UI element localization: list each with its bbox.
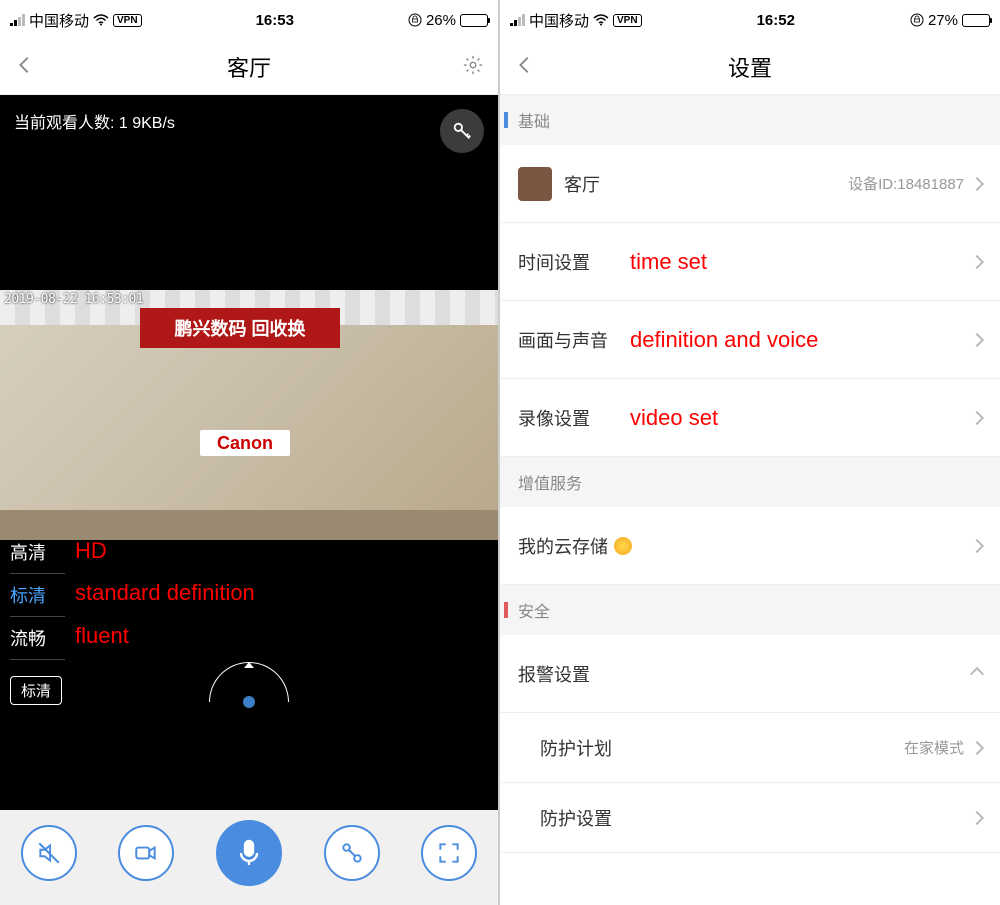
chevron-right-icon — [970, 538, 984, 552]
status-bar: 中国移动 VPN 16:53 26% — [0, 0, 498, 40]
canon-logo: Canon — [200, 430, 290, 456]
video-timestamp: 2019-08-22 16:53:01 — [4, 292, 143, 307]
row-cloud[interactable]: 我的云存储 — [500, 507, 1000, 585]
chevron-right-icon — [970, 740, 984, 754]
quality-menu: 高清 标清 流畅 — [10, 531, 65, 660]
viewers-label: 当前观看人数: 1 9KB/s — [14, 109, 175, 133]
back-button[interactable] — [514, 54, 536, 81]
settings-screen: 中国移动 VPN 16:52 27% 设置 基础 客厅 设备ID:1848188… — [500, 0, 1000, 905]
row-time-set[interactable]: 时间设置 time set — [500, 223, 1000, 301]
signal-icon — [510, 14, 525, 26]
battery-icon — [962, 14, 990, 27]
status-bar: 中国移动 VPN 16:52 27% — [500, 0, 1000, 40]
annotation-time: time set — [630, 249, 707, 275]
row-av[interactable]: 画面与声音 definition and voice — [500, 301, 1000, 379]
lock-rotation-icon — [910, 13, 924, 27]
chevron-right-icon — [970, 332, 984, 346]
chevron-right-icon — [970, 254, 984, 268]
clock: 16:53 — [142, 12, 408, 29]
plan-value: 在家模式 — [904, 737, 964, 758]
vpn-badge: VPN — [613, 14, 642, 27]
device-thumb — [518, 167, 552, 201]
camera-live-screen: 中国移动 VPN 16:53 26% 客厅 当前观看人数: 1 9KB/s 鹏兴… — [0, 0, 500, 905]
clock: 16:52 — [642, 12, 910, 29]
section-basic: 基础 — [500, 95, 1000, 145]
annotation-hd: HD — [75, 538, 107, 564]
quality-current-badge[interactable]: 标清 — [10, 676, 62, 705]
row-protect[interactable]: 防护设置 — [500, 783, 1000, 853]
annotation-sd: standard definition — [75, 580, 255, 606]
video-frame: 鹏兴数码 回收换 Canon 2019-08-22 16:53:01 — [0, 290, 498, 540]
coin-icon — [614, 537, 632, 555]
snapshot-button[interactable] — [324, 825, 380, 881]
chevron-right-icon — [970, 176, 984, 190]
lock-rotation-icon — [408, 13, 422, 27]
fullscreen-button[interactable] — [421, 825, 477, 881]
carrier-label: 中国移动 — [29, 10, 89, 31]
chevron-up-icon — [970, 666, 984, 680]
carrier-label: 中国移动 — [529, 10, 589, 31]
row-device[interactable]: 客厅 设备ID:18481887 — [500, 145, 1000, 223]
chevron-right-icon — [970, 410, 984, 424]
row-plan[interactable]: 防护计划 在家模式 — [500, 713, 1000, 783]
battery-icon — [460, 14, 488, 27]
signal-icon — [10, 14, 25, 26]
page-title: 客厅 — [36, 51, 462, 83]
section-security: 安全 — [500, 585, 1000, 635]
battery-pct: 26% — [426, 12, 456, 29]
shop-sign: 鹏兴数码 回收换 — [140, 308, 340, 348]
battery-pct: 27% — [928, 12, 958, 29]
device-name: 客厅 — [564, 171, 600, 197]
toolbar — [0, 810, 498, 905]
video-area[interactable]: 当前观看人数: 1 9KB/s 鹏兴数码 回收换 Canon 2019-08-2… — [0, 95, 498, 810]
row-alarm[interactable]: 报警设置 — [500, 635, 1000, 713]
annotation-av: definition and voice — [630, 327, 818, 353]
quality-hd[interactable]: 高清 — [10, 531, 65, 574]
quality-fluent[interactable]: 流畅 — [10, 617, 65, 660]
mic-button[interactable] — [216, 820, 282, 886]
wifi-icon — [593, 14, 609, 26]
settings-button[interactable] — [462, 54, 484, 81]
key-button[interactable] — [440, 109, 484, 153]
nav-bar: 设置 — [500, 40, 1000, 95]
settings-list: 基础 客厅 设备ID:18481887 时间设置 time set 画面与声音 … — [500, 95, 1000, 905]
chevron-right-icon — [970, 810, 984, 824]
page-title: 设置 — [536, 51, 964, 83]
row-record[interactable]: 录像设置 video set — [500, 379, 1000, 457]
device-id: 设备ID:18481887 — [848, 173, 964, 194]
ptz-joystick[interactable] — [209, 670, 289, 702]
quality-sd[interactable]: 标清 — [10, 574, 65, 617]
wifi-icon — [93, 14, 109, 26]
nav-bar: 客厅 — [0, 40, 498, 95]
record-button[interactable] — [118, 825, 174, 881]
section-value-added: 增值服务 — [500, 457, 1000, 507]
annotation-record: video set — [630, 405, 718, 431]
mute-button[interactable] — [21, 825, 77, 881]
back-button[interactable] — [14, 54, 36, 81]
annotation-fluent: fluent — [75, 623, 129, 649]
vpn-badge: VPN — [113, 14, 142, 27]
